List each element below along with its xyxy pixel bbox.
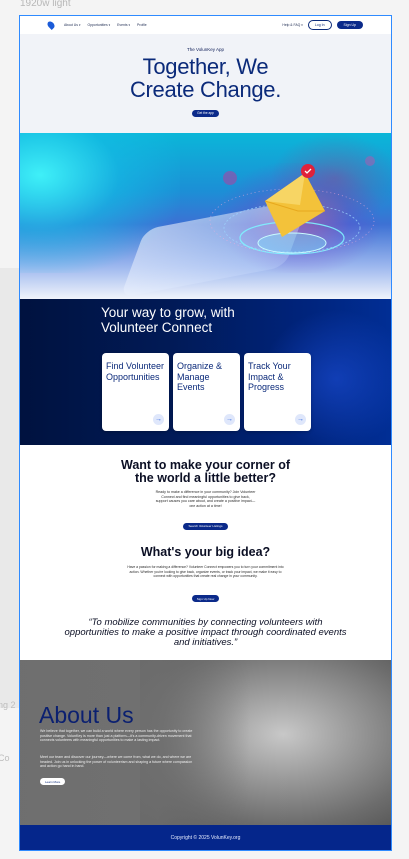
frame-label: 1920w light	[20, 0, 71, 9]
side-label-a: ng 2	[0, 700, 16, 710]
location-pin-logo-icon[interactable]	[46, 20, 56, 30]
hero-title: Together, We Create Change.	[129, 54, 282, 102]
hero-eyebrow: The VolunKey App	[186, 47, 225, 52]
card-title: Find Volunteer Opportunities	[106, 361, 165, 382]
footer: Copyright © 2025 VolunKey.org	[20, 825, 391, 850]
about-section: About Us We believe that together, we ca…	[20, 660, 391, 825]
signup-button[interactable]: Sign Up	[336, 21, 363, 29]
card-find-opportunities[interactable]: Find Volunteer Opportunities →	[102, 353, 169, 431]
hero-section: The VolunKey App Together, We Create Cha…	[20, 34, 391, 133]
about-paragraph-1: We believe that together, we can build a…	[40, 729, 193, 743]
nav-opportunities[interactable]: Opportunities ▾	[87, 23, 110, 27]
card-title: Track Your Impact & Progress	[248, 361, 291, 392]
card-organize-events[interactable]: Organize & Manage Events →	[173, 353, 240, 431]
connect-section: Your way to grow, with Volunteer Connect…	[20, 299, 391, 445]
chevron-down-icon: ▾	[108, 23, 111, 27]
mid-sections: Want to make your corner of the world a …	[20, 445, 391, 660]
nav-link-label: Profile	[137, 23, 147, 27]
arrow-right-icon[interactable]: →	[153, 414, 164, 425]
arrow-right-icon[interactable]: →	[295, 414, 306, 425]
canvas-background	[0, 268, 20, 708]
hero-banner-image	[20, 133, 391, 299]
about-title: About Us	[39, 702, 134, 728]
get-app-button[interactable]: Get the app	[192, 109, 219, 117]
idea-body: Have a passion for making a difference? …	[127, 565, 284, 579]
nav-profile[interactable]: Profile	[137, 23, 147, 27]
signup-now-button[interactable]: Sign Up Now	[191, 595, 220, 603]
chevron-down-icon: ▾	[128, 23, 131, 27]
corner-title: Want to make your corner of the world a …	[120, 458, 290, 485]
nav-link-label: Events	[117, 23, 128, 27]
login-button[interactable]: Log In	[307, 20, 332, 30]
idea-title: What's your big idea?	[140, 545, 271, 560]
card-title: Organize & Manage Events	[177, 361, 223, 392]
nav-link-label: Opportunities	[87, 23, 108, 27]
envelope-rings-illustration	[209, 156, 375, 255]
about-paragraph-2: Meet our team and discover our journey—w…	[40, 755, 193, 769]
nav-link-label: About Us	[64, 23, 78, 27]
top-nav: About Us ▾ Opportunities ▾ Events ▾ Prof…	[20, 16, 391, 34]
mission-quote: “To mobilize communities by connecting v…	[64, 616, 347, 648]
page-frame: About Us ▾ Opportunities ▾ Events ▾ Prof…	[19, 15, 392, 851]
corner-body: Ready to make a difference in your commu…	[155, 490, 256, 508]
nav-actions: Help & FAQ ▾ Log In Sign Up	[282, 20, 363, 30]
learn-more-button[interactable]: Learn More	[40, 778, 66, 785]
nav-help-faq[interactable]: Help & FAQ ▾	[282, 23, 302, 27]
chevron-down-icon: ▾	[78, 23, 81, 27]
nav-link-label: Help & FAQ	[282, 23, 301, 27]
card-track-impact[interactable]: Track Your Impact & Progress →	[244, 353, 311, 431]
nav-events[interactable]: Events ▾	[117, 23, 130, 27]
chevron-down-icon: ▾	[301, 23, 303, 27]
copyright-text: Copyright © 2025 VolunKey.org	[170, 835, 241, 841]
nav-about-us[interactable]: About Us ▾	[64, 23, 80, 27]
connect-title: Your way to grow, with Volunteer Connect	[101, 305, 235, 335]
arrow-right-icon[interactable]: →	[224, 414, 235, 425]
side-label-b: Co	[0, 753, 10, 763]
search-listings-button[interactable]: Search Volunteer Listings	[183, 522, 228, 530]
